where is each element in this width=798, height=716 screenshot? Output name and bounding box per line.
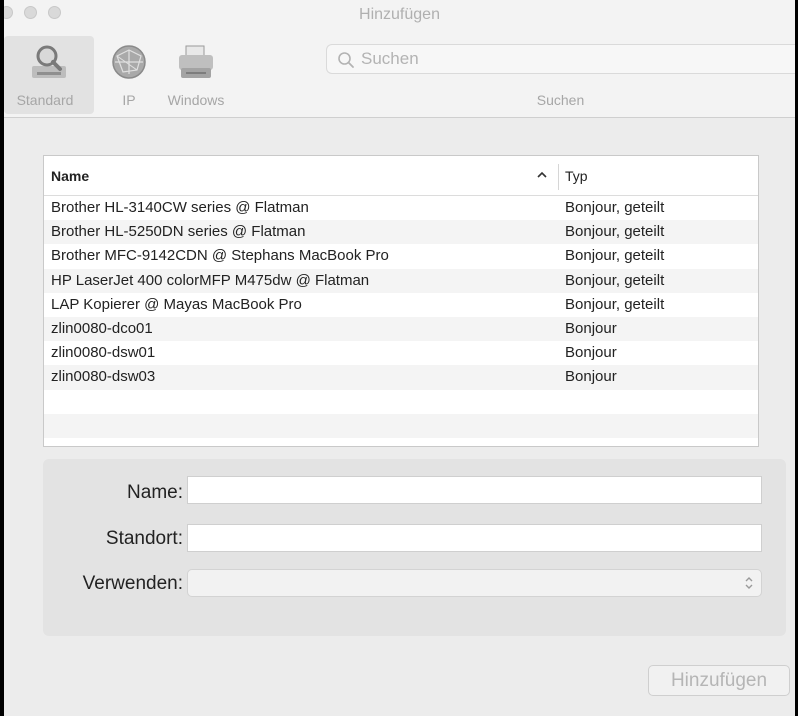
printer-name-cell: zlin0080-dsw03 [51, 368, 156, 386]
table-row[interactable]: LAP Kopierer @ Mayas MacBook Pro Bonjour… [44, 293, 758, 317]
table-row[interactable]: zlin0080-dco01 Bonjour [44, 316, 758, 342]
printer-name-cell: Brother HL-5250DN series @ Flatman [51, 223, 306, 241]
table-row[interactable]: Brother HL-3140CW series @ Flatman Bonjo… [44, 196, 758, 220]
table-body: Brother HL-3140CW series @ Flatman Bonjo… [44, 196, 758, 438]
use-label: Verwenden: [82, 573, 183, 594]
printer-name-cell: LAP Kopierer @ Mayas MacBook Pro [51, 295, 302, 313]
tab-standard[interactable]: Standard [4, 36, 94, 114]
tab-ip-label: IP [122, 92, 136, 108]
globe-network-icon [112, 45, 146, 79]
tab-standard-label: Standard [16, 92, 74, 108]
search-icon [338, 52, 354, 68]
printer-name-cell: Brother MFC-9142CDN @ Stephans MacBook P… [51, 247, 389, 265]
name-field[interactable] [187, 476, 762, 504]
printer-type-cell: Bonjour, geteilt [565, 223, 665, 241]
printer-type-cell: Bonjour [565, 368, 617, 386]
windows-printer-icon [179, 45, 213, 78]
window-title: Hinzufügen [359, 6, 440, 23]
printer-type-cell: Bonjour, geteilt [565, 199, 665, 216]
printer-name-cell: zlin0080-dco01 [51, 319, 153, 337]
column-divider[interactable] [558, 164, 559, 190]
table-row[interactable]: Brother MFC-9142CDN @ Stephans MacBook P… [44, 244, 758, 268]
printer-table: Name Typ Brother HL-3140CW series @ Flat… [43, 155, 759, 447]
table-row[interactable]: zlin0080-dsw01 Bonjour [44, 341, 758, 365]
printer-details-form: Name: Standort: Verwenden: [43, 459, 786, 636]
column-header-type[interactable]: Typ [565, 168, 588, 184]
table-row[interactable]: zlin0080-dsw03 Bonjour [44, 365, 758, 390]
add-button[interactable]: Hinzufügen [648, 665, 790, 696]
empty-table-row [44, 390, 758, 414]
printer-type-cell: Bonjour, geteilt [565, 295, 665, 313]
location-label: Standort: [105, 528, 183, 549]
driver-select[interactable] [187, 569, 762, 597]
printer-name-cell: zlin0080-dsw01 [51, 344, 156, 362]
printer-name-cell: Brother HL-3140CW series @ Flatman [51, 199, 309, 216]
search-input[interactable] [361, 47, 761, 71]
search-caption: Suchen [536, 92, 585, 108]
sort-ascending-icon[interactable] [536, 170, 548, 180]
table-row[interactable]: HP LaserJet 400 colorMFP M475dw @ Flatma… [44, 268, 758, 293]
location-field[interactable] [187, 524, 762, 552]
printer-magnifier-icon [32, 45, 66, 78]
name-label: Name: [127, 482, 183, 503]
printer-type-cell: Bonjour, geteilt [565, 247, 665, 265]
printer-type-cell: Bonjour, geteilt [565, 271, 665, 289]
tab-windows-label: Windows [167, 92, 225, 108]
add-printer-window: Hinzufügen Standard IP Windows Suchen Su… [4, 0, 795, 716]
column-header-name[interactable]: Name [51, 168, 89, 184]
table-row[interactable]: Brother HL-5250DN series @ Flatman Bonjo… [44, 220, 758, 245]
printer-name-cell: HP LaserJet 400 colorMFP M475dw @ Flatma… [51, 271, 370, 289]
tab-windows[interactable]: Windows [156, 36, 236, 114]
empty-table-row [44, 413, 758, 438]
printer-type-cell: Bonjour [565, 319, 617, 337]
search-field[interactable] [326, 44, 795, 74]
table-header: Name Typ [44, 156, 758, 196]
tab-ip[interactable]: IP [104, 36, 154, 114]
printer-type-cell: Bonjour [565, 344, 617, 362]
toolbar: Hinzufügen Standard IP Windows Suchen Su… [4, 0, 795, 118]
chevron-up-down-icon [745, 577, 753, 589]
